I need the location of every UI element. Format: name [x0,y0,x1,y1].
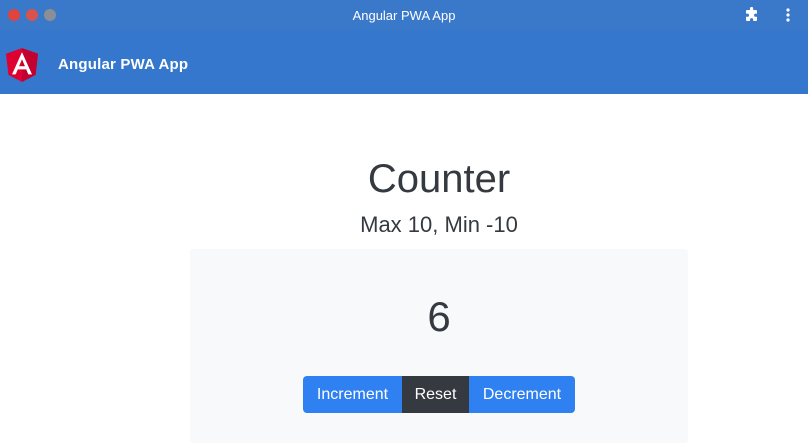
page-title: Counter [367,157,511,201]
counter-limits: Max 10, Min -10 [360,212,518,237]
vertical-ellipsis-icon[interactable] [780,7,796,23]
angular-logo-icon[interactable] [6,48,38,82]
counter-panel [190,249,688,443]
decrement-button[interactable]: Decrement [469,376,575,413]
app-name[interactable]: Angular PWA App [58,56,188,73]
reset-button[interactable]: Reset [402,376,469,413]
window-controls [8,9,56,21]
increment-button[interactable]: Increment [303,376,402,413]
minimize-window-button[interactable] [26,9,38,21]
window-title: Angular PWA App [352,7,456,23]
window-titlebar: Angular PWA App [0,0,808,30]
counter-value: 6 [427,293,451,340]
close-window-button[interactable] [8,9,20,21]
counter-button-group: Increment Reset Decrement [303,376,575,413]
zoom-window-button[interactable] [44,9,56,21]
puzzle-icon[interactable] [744,7,760,23]
